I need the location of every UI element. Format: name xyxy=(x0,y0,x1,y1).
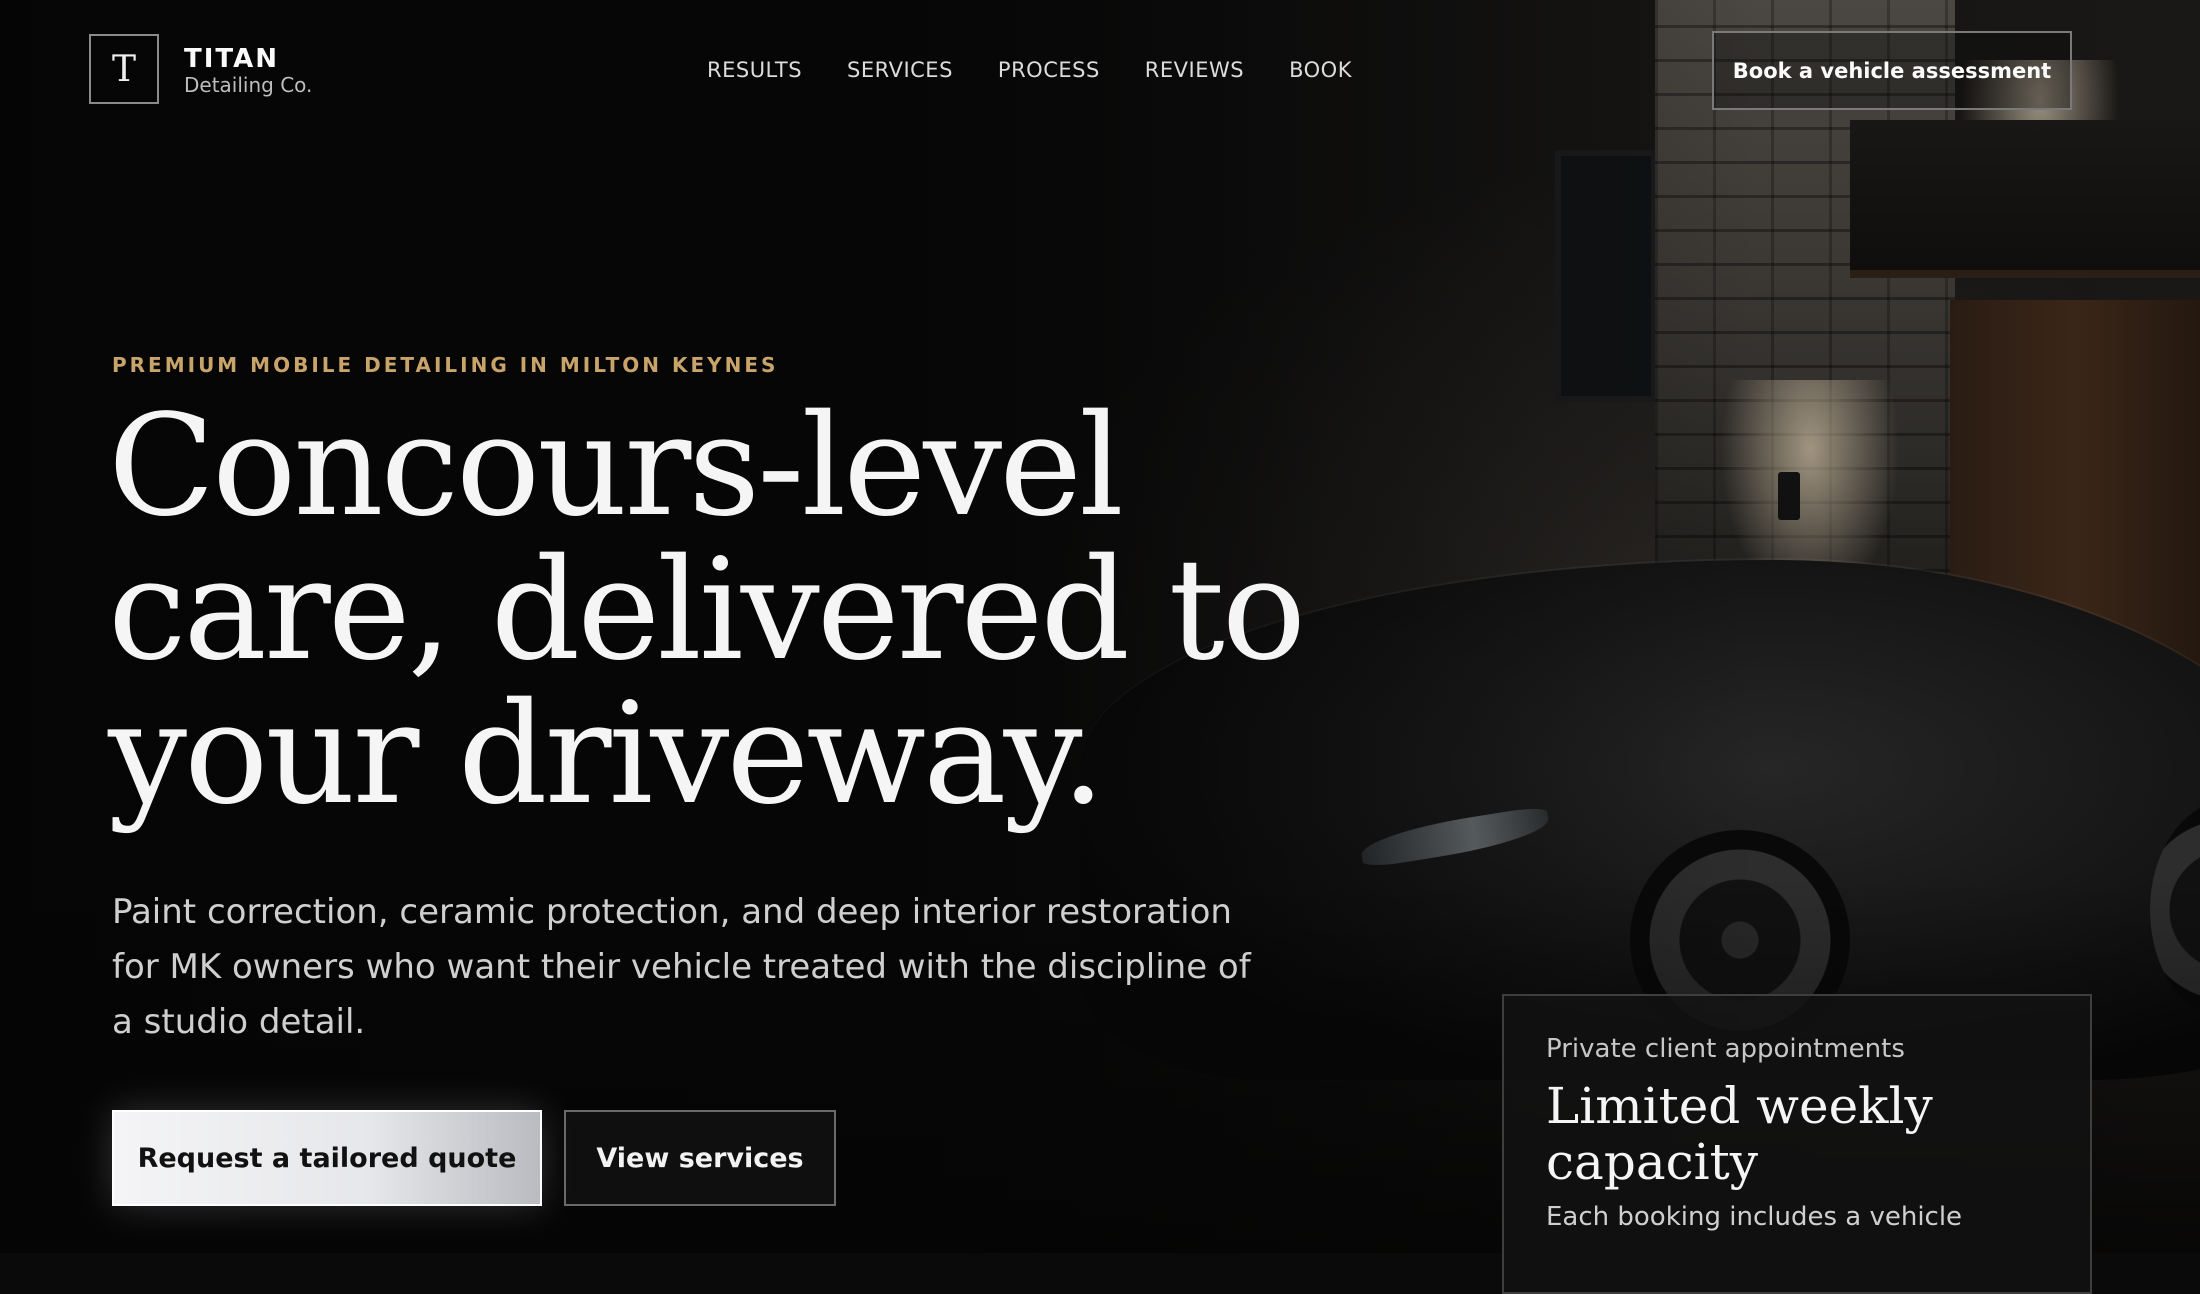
main-nav: RESULTS SERVICES PROCESS REVIEWS BOOK xyxy=(707,58,1352,82)
nav-item-services[interactable]: SERVICES xyxy=(847,58,953,82)
nav-item-results[interactable]: RESULTS xyxy=(707,58,802,82)
hero-headline-line-3: your driveway. xyxy=(108,673,1106,836)
brand-subtitle: Detailing Co. xyxy=(184,73,313,97)
hero-headline: Concours-level care, delivered to your d… xyxy=(108,395,1488,827)
nav-item-reviews[interactable]: REVIEWS xyxy=(1145,58,1244,82)
hero-eyebrow: PREMIUM MOBILE DETAILING IN MILTON KEYNE… xyxy=(112,353,779,377)
card-title: Limited weekly capacity xyxy=(1546,1077,1933,1191)
request-quote-button[interactable]: Request a tailored quote xyxy=(112,1110,542,1206)
hero-headline-line-1: Concours-level xyxy=(108,385,1124,548)
brand-name[interactable]: TITAN xyxy=(184,44,279,74)
capacity-card: Private client appointments Limited week… xyxy=(1502,994,2092,1294)
hero-headline-line-2: care, delivered to xyxy=(108,529,1306,692)
hero-lead-text: Paint correction, ceramic protection, an… xyxy=(112,892,1251,1042)
book-assessment-button[interactable]: Book a vehicle assessment xyxy=(1712,31,2072,110)
view-services-button[interactable]: View services xyxy=(564,1110,836,1206)
brand-logo-monogram[interactable]: T xyxy=(89,34,159,104)
nav-item-book[interactable]: BOOK xyxy=(1289,58,1352,82)
card-body-text: Each booking includes a vehicle xyxy=(1546,1202,1963,1232)
nav-item-process[interactable]: PROCESS xyxy=(998,58,1100,82)
card-kicker: Private client appointments xyxy=(1546,1034,1905,1064)
